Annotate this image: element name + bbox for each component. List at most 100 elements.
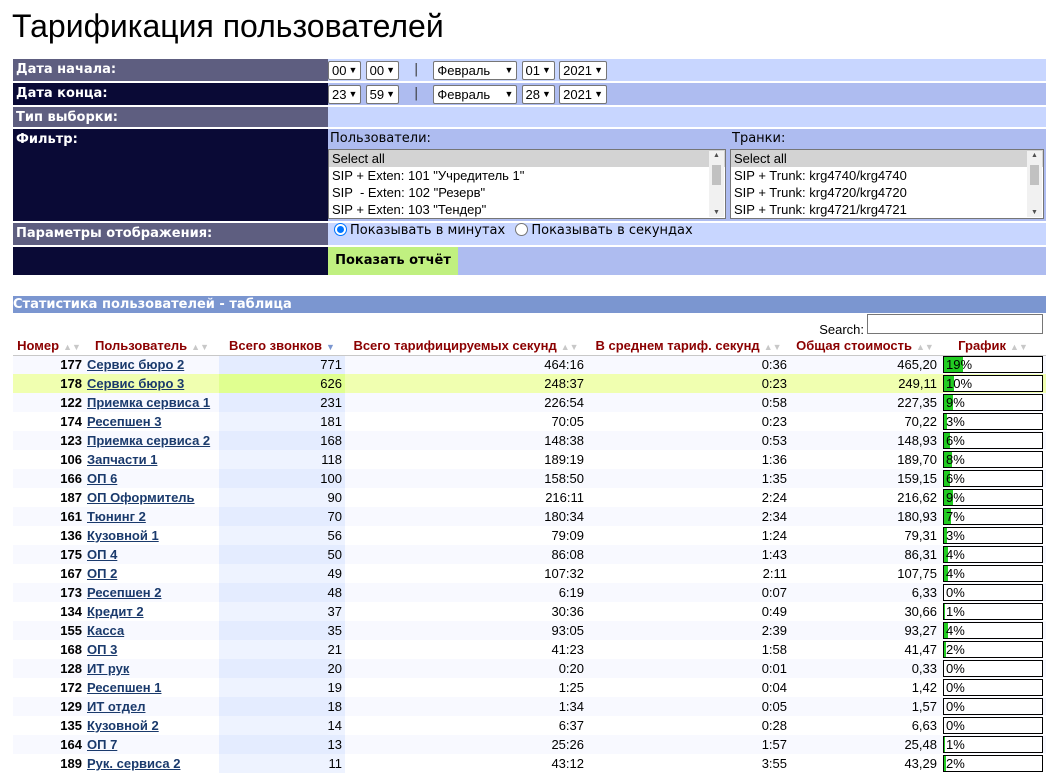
cell-calls: 48	[219, 583, 345, 602]
list-item[interactable]: Select all	[329, 150, 725, 167]
minutes-radio-label[interactable]: Показывать в минутах	[350, 223, 505, 238]
cell-seconds: 43:12	[345, 754, 587, 773]
cell-avg: 1:36	[587, 450, 790, 469]
start-minute-select[interactable]: 00 ▼	[365, 61, 400, 80]
user-link[interactable]: ИТ рук	[87, 661, 129, 676]
user-link[interactable]: ИТ отдел	[87, 699, 145, 714]
list-item[interactable]: SIP + Trunk: krg4720/krg4720	[731, 184, 1043, 201]
scroll-thumb[interactable]	[712, 165, 721, 185]
sort-icon: ▲▼	[763, 341, 782, 352]
selection-type-value	[328, 107, 1046, 127]
trunks-title: Транки:	[732, 131, 786, 146]
list-item[interactable]: SIP + Exten: 101 "Учредитель 1"	[329, 167, 725, 184]
cell-number: 164	[13, 735, 85, 754]
end-hour-select[interactable]: 23 ▼	[328, 85, 362, 104]
col-user-header[interactable]: Пользователь ▲▼	[85, 336, 219, 356]
cell-cost: 159,15	[790, 469, 940, 488]
col-cost-header[interactable]: Общая стоимость ▲▼	[790, 336, 940, 356]
user-link[interactable]: Тюнинг 2	[87, 509, 146, 524]
cell-calls: 18	[219, 697, 345, 716]
end-day-select[interactable]: 28 ▼	[521, 85, 555, 104]
col-graph-header[interactable]: График ▲▼	[940, 336, 1046, 356]
cell-avg: 1:58	[587, 640, 790, 659]
cell-graph: 2%	[940, 640, 1046, 659]
user-link[interactable]: Приемка сервиса 2	[87, 433, 210, 448]
users-listbox[interactable]: Select all SIP + Exten: 101 "Учредитель …	[328, 149, 726, 219]
scroll-down-icon[interactable]: ▼	[709, 209, 724, 216]
percent-bar: 4%	[943, 546, 1043, 563]
cell-user: Касса	[85, 621, 219, 640]
list-item[interactable]: SIP - Exten: 102 "Резерв"	[329, 184, 725, 201]
users-scrollbar[interactable]: ▲ ▼	[709, 151, 724, 217]
seconds-radio[interactable]	[515, 223, 529, 236]
chevron-down-icon: ▼	[348, 65, 358, 75]
end-month-select[interactable]: Февраль ▼	[433, 85, 518, 104]
percent-label: 3%	[946, 528, 965, 543]
search-input[interactable]	[867, 314, 1043, 334]
percent-bar: 19%	[943, 356, 1043, 374]
user-link[interactable]: Ресепшен 2	[87, 585, 161, 600]
col-avg-header[interactable]: В среднем тариф. секунд ▲▼	[587, 336, 790, 356]
show-report-button[interactable]: Показать отчёт	[328, 247, 458, 275]
cell-calls: 168	[219, 431, 345, 450]
col-number-header[interactable]: Номер ▲▼	[13, 336, 85, 356]
list-item[interactable]: SIP + Trunk: krg4740/krg4740	[731, 167, 1043, 184]
user-link[interactable]: Кузовной 1	[87, 528, 159, 543]
start-day-select[interactable]: 01 ▼	[521, 61, 555, 80]
cell-seconds: 248:37	[345, 374, 587, 393]
user-link[interactable]: Рук. сервиса 2	[87, 756, 180, 771]
user-link[interactable]: ОП 4	[87, 547, 117, 562]
table-row: 178 Сервис бюро 3 626 248:37 0:23 249,11 10%	[13, 374, 1046, 393]
scroll-thumb[interactable]	[1030, 165, 1039, 185]
user-link[interactable]: ОП Оформитель	[87, 490, 195, 505]
start-year-select[interactable]: 2021 ▼	[559, 61, 608, 80]
list-item[interactable]: SIP + Trunk: krg4721/krg4721	[731, 201, 1043, 218]
trunks-listbox[interactable]: Select all SIP + Trunk: krg4740/krg4740 …	[730, 149, 1044, 219]
cell-graph: 10%	[940, 374, 1046, 393]
percent-label: 1%	[946, 737, 965, 752]
user-link[interactable]: Сервис бюро 2	[87, 357, 184, 372]
user-link[interactable]: Кузовной 2	[87, 718, 159, 733]
col-calls-header[interactable]: Всего звонков ▼	[219, 336, 345, 356]
cell-graph: 0%	[940, 583, 1046, 602]
user-link[interactable]: Ресепшен 1	[87, 680, 161, 695]
minutes-radio[interactable]	[334, 223, 347, 236]
percent-label: 3%	[946, 414, 965, 429]
cell-seconds: 464:16	[345, 355, 587, 374]
scroll-down-icon[interactable]: ▼	[1027, 209, 1042, 216]
user-link[interactable]: Касса	[87, 623, 124, 638]
user-link[interactable]: Кредит 2	[87, 604, 144, 619]
percent-label: 9%	[946, 395, 965, 410]
cell-user: Рук. сервиса 2	[85, 754, 219, 773]
col-seconds-header[interactable]: Всего тарифицируемых секунд ▲▼	[345, 336, 587, 356]
cell-user: Тюнинг 2	[85, 507, 219, 526]
percent-bar: 0%	[943, 679, 1043, 696]
start-month-select[interactable]: Февраль ▼	[433, 61, 518, 80]
list-item[interactable]: Select all	[731, 150, 1043, 167]
user-link[interactable]: ОП 7	[87, 737, 117, 752]
user-link[interactable]: ОП 2	[87, 566, 117, 581]
cell-avg: 2:24	[587, 488, 790, 507]
percent-label: 4%	[946, 623, 965, 638]
cell-calls: 20	[219, 659, 345, 678]
user-link[interactable]: Запчасти 1	[87, 452, 157, 467]
start-hour-select[interactable]: 00 ▼	[328, 61, 362, 80]
seconds-radio-label[interactable]: Показывать в секундах	[531, 223, 692, 238]
scroll-up-icon[interactable]: ▲	[1027, 152, 1042, 159]
user-link[interactable]: Ресепшен 3	[87, 414, 161, 429]
list-item[interactable]: SIP + Exten: 103 "Тендер"	[329, 201, 725, 218]
cell-cost: 1,57	[790, 697, 940, 716]
percent-bar: 6%	[943, 470, 1043, 487]
user-link[interactable]: ОП 6	[87, 471, 117, 486]
user-link[interactable]: ОП 3	[87, 642, 117, 657]
user-link[interactable]: Приемка сервиса 1	[87, 395, 210, 410]
end-year-select[interactable]: 2021 ▼	[559, 85, 608, 104]
scroll-up-icon[interactable]: ▲	[709, 152, 724, 159]
cell-number: 106	[13, 450, 85, 469]
cell-seconds: 158:50	[345, 469, 587, 488]
user-link[interactable]: Сервис бюро 3	[87, 376, 184, 391]
stats-table: Номер ▲▼ Пользователь ▲▼ Всего звонков ▼ Вс…	[13, 336, 1046, 773]
trunks-scrollbar[interactable]: ▲ ▼	[1027, 151, 1042, 217]
end-minute-select[interactable]: 59 ▼	[365, 85, 400, 104]
percent-bar: 9%	[943, 394, 1043, 411]
